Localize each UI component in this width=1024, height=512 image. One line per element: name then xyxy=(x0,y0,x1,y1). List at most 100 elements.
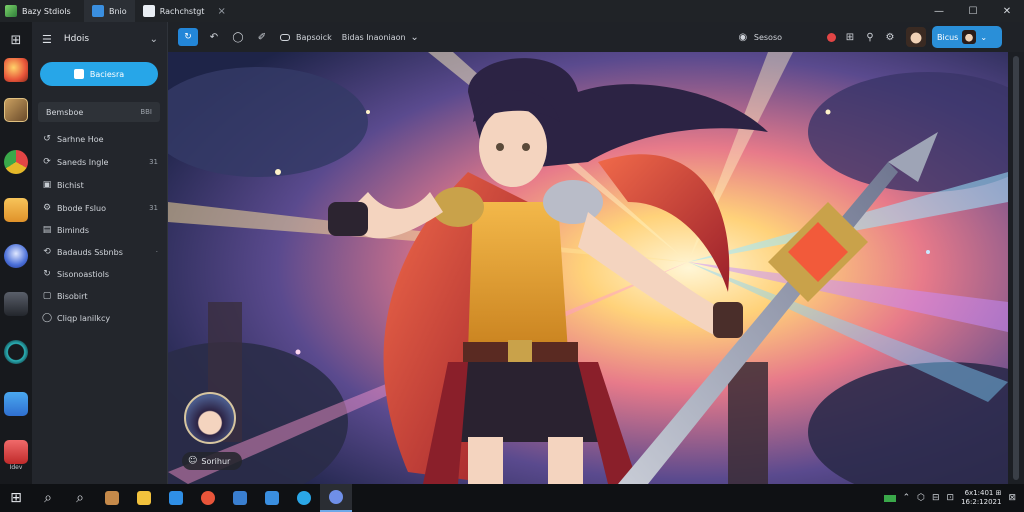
teal-ring-icon[interactable] xyxy=(4,340,28,364)
refresh-button[interactable]: ↻ xyxy=(178,28,198,46)
section-label: Bemsboe xyxy=(46,107,84,117)
smile-icon: ☺ xyxy=(188,456,198,466)
clock[interactable]: 6x1:401 ⊞ 16:2:12021 xyxy=(961,489,1001,507)
view-toggle-icon[interactable] xyxy=(278,28,292,46)
nav-item-label: Bichist xyxy=(57,180,84,190)
app-active-icon[interactable] xyxy=(320,484,352,512)
battery-icon[interactable] xyxy=(883,494,896,502)
menu-icon[interactable]: ☰ xyxy=(42,33,52,46)
red-app-icon[interactable] xyxy=(4,440,28,464)
nav-item-label: Biminds xyxy=(57,225,90,235)
artwork-canvas[interactable] xyxy=(168,52,1008,484)
file-icon: ▤ xyxy=(42,225,52,235)
fire-app-icon[interactable] xyxy=(4,58,28,82)
create-button[interactable]: Baciesra xyxy=(40,62,158,86)
chevron-down-icon[interactable]: ⌄ xyxy=(408,28,422,46)
nav-item-4[interactable]: ⚙ Bbode Fsluo 31 xyxy=(42,199,158,217)
nav-item-1[interactable]: ↺ Sarhne Hoe xyxy=(42,130,158,148)
search-icon[interactable]: ⌕ xyxy=(32,484,64,512)
dock-bottom-label: Idev xyxy=(9,464,23,471)
account-avatar xyxy=(962,30,977,44)
tab-label: Bnio xyxy=(109,6,127,16)
dark-avatar-icon[interactable] xyxy=(4,292,28,316)
chevron-down-icon[interactable]: ⌄ xyxy=(150,34,158,45)
sync-icon: ⟲ xyxy=(43,247,51,257)
clock-date: 16:2:12021 xyxy=(961,498,1002,506)
doc-icon[interactable] xyxy=(256,484,288,512)
nav-item-7[interactable]: ↻ Sisonoastiols xyxy=(42,265,158,283)
scrollbar-thumb[interactable] xyxy=(1013,56,1019,480)
tab-doc-icon xyxy=(142,5,155,17)
chrome-icon[interactable] xyxy=(4,150,28,174)
chat-app-icon[interactable] xyxy=(4,392,28,416)
nav-item-3[interactable]: ▣ Bichist xyxy=(42,176,158,194)
photo-icon[interactable] xyxy=(224,484,256,512)
app-logo-icon xyxy=(0,0,22,22)
nav-item-label: Bbode Fsluo xyxy=(57,203,106,213)
display-icon[interactable]: ⊡ xyxy=(947,493,955,503)
source-dropdown[interactable]: Bapsoick xyxy=(296,33,332,42)
window-controls: — ☐ ✕ xyxy=(922,0,1024,22)
store-icon[interactable] xyxy=(96,484,128,512)
vertical-scrollbar[interactable] xyxy=(1008,52,1024,484)
app-dock: ⊞ Idev xyxy=(0,22,32,484)
nav-item-8[interactable]: ▢ Bisobirt xyxy=(42,287,158,305)
taskbar: ⊞ ⌕ ⌕ ⌃ ⬡ ⊟ ⊡ 6x1:401 ⊞ 16:2:12021 ⊠ xyxy=(0,484,1024,512)
system-tray: ⌃ ⬡ ⊟ ⊡ 6x1:401 ⊞ 16:2:12021 ⊠ xyxy=(883,484,1024,512)
panel-header: ☰ Hdois ⌄ xyxy=(32,28,168,50)
tab-app-icon xyxy=(92,5,104,17)
layout-icon[interactable]: ⊞ xyxy=(840,28,860,46)
close-window-button[interactable]: ✕ xyxy=(990,0,1024,22)
chevron-down-icon: ⌄ xyxy=(980,32,988,42)
account-button[interactable]: Bicus ⌄ xyxy=(932,26,1002,48)
maximize-button[interactable]: ☐ xyxy=(956,0,990,22)
section-header[interactable]: Bemsboe BBI xyxy=(38,102,160,122)
share-icon[interactable]: ◉ xyxy=(736,28,750,46)
tab-bnio[interactable]: Bnio xyxy=(84,0,135,22)
clock-time: 6x1:401 ⊞ xyxy=(964,489,1002,497)
chevron-up-icon[interactable]: ⌃ xyxy=(903,493,911,503)
create-button-label: Baciesra xyxy=(89,69,125,79)
brush-icon[interactable]: ✐ xyxy=(250,28,274,46)
nav-item-count: 31 xyxy=(149,158,158,166)
network-icon[interactable]: ⬡ xyxy=(917,493,925,503)
nav-item-9[interactable]: ◯ Cliqp lanilkcy xyxy=(42,309,158,327)
pin-icon[interactable]: ⚲ xyxy=(860,28,880,46)
shield-icon[interactable] xyxy=(160,484,192,512)
grid-icon[interactable]: ⊞ xyxy=(4,28,28,52)
settings-icon[interactable]: ⚙ xyxy=(880,28,900,46)
ie-icon[interactable] xyxy=(288,484,320,512)
blue-avatar-icon[interactable] xyxy=(4,244,28,268)
tab-rachchstgt[interactable]: Rachchstgt × xyxy=(135,0,234,22)
nav-item-label: Cliqp lanilkcy xyxy=(57,313,111,323)
close-tab-icon[interactable]: × xyxy=(217,6,225,17)
minimize-button[interactable]: — xyxy=(922,0,956,22)
notification-icon[interactable] xyxy=(822,28,840,46)
folder-app-icon[interactable] xyxy=(4,198,28,222)
nav-item-count: · xyxy=(155,248,158,256)
search-alt-icon[interactable]: ⌕ xyxy=(64,484,96,512)
start-button[interactable]: ⊞ xyxy=(0,484,32,512)
nav-item-label: Bisobirt xyxy=(57,291,88,301)
mode-dropdown[interactable]: Bidas Inaoniaon xyxy=(342,33,406,42)
folder-icon[interactable] xyxy=(128,484,160,512)
hero-thumb-icon[interactable] xyxy=(4,98,28,122)
media-icon[interactable] xyxy=(192,484,224,512)
toolbar-right: ◉ Sesoso ⊞ ⚲ ⚙ Bicus ⌄ xyxy=(736,22,1024,52)
circle-icon: ◯ xyxy=(42,313,53,323)
nav-item-5[interactable]: ▤ Biminds xyxy=(42,221,158,239)
refresh-icon: ⟳ xyxy=(43,157,51,167)
avatar[interactable] xyxy=(906,27,926,47)
circle-tool-icon[interactable]: ◯ xyxy=(226,28,250,46)
share-button[interactable]: Sesoso xyxy=(754,33,782,42)
notifications-icon[interactable]: ⊠ xyxy=(1008,493,1016,503)
nav-item-2[interactable]: ⟳ Saneds Ingle 31 xyxy=(42,153,158,171)
avatar-chip[interactable]: ☺ Sorihur xyxy=(182,452,242,470)
nav-item-label: Badauds Ssbnbs xyxy=(57,247,123,257)
character-avatar[interactable] xyxy=(184,392,236,444)
history-icon: ↺ xyxy=(43,134,51,144)
nav-item-6[interactable]: ⟲ Badauds Ssbnbs · xyxy=(42,243,158,261)
volume-icon[interactable]: ⊟ xyxy=(932,493,940,503)
undo-icon[interactable]: ↶ xyxy=(202,28,226,46)
nav-item-label: Sisonoastiols xyxy=(57,269,110,279)
